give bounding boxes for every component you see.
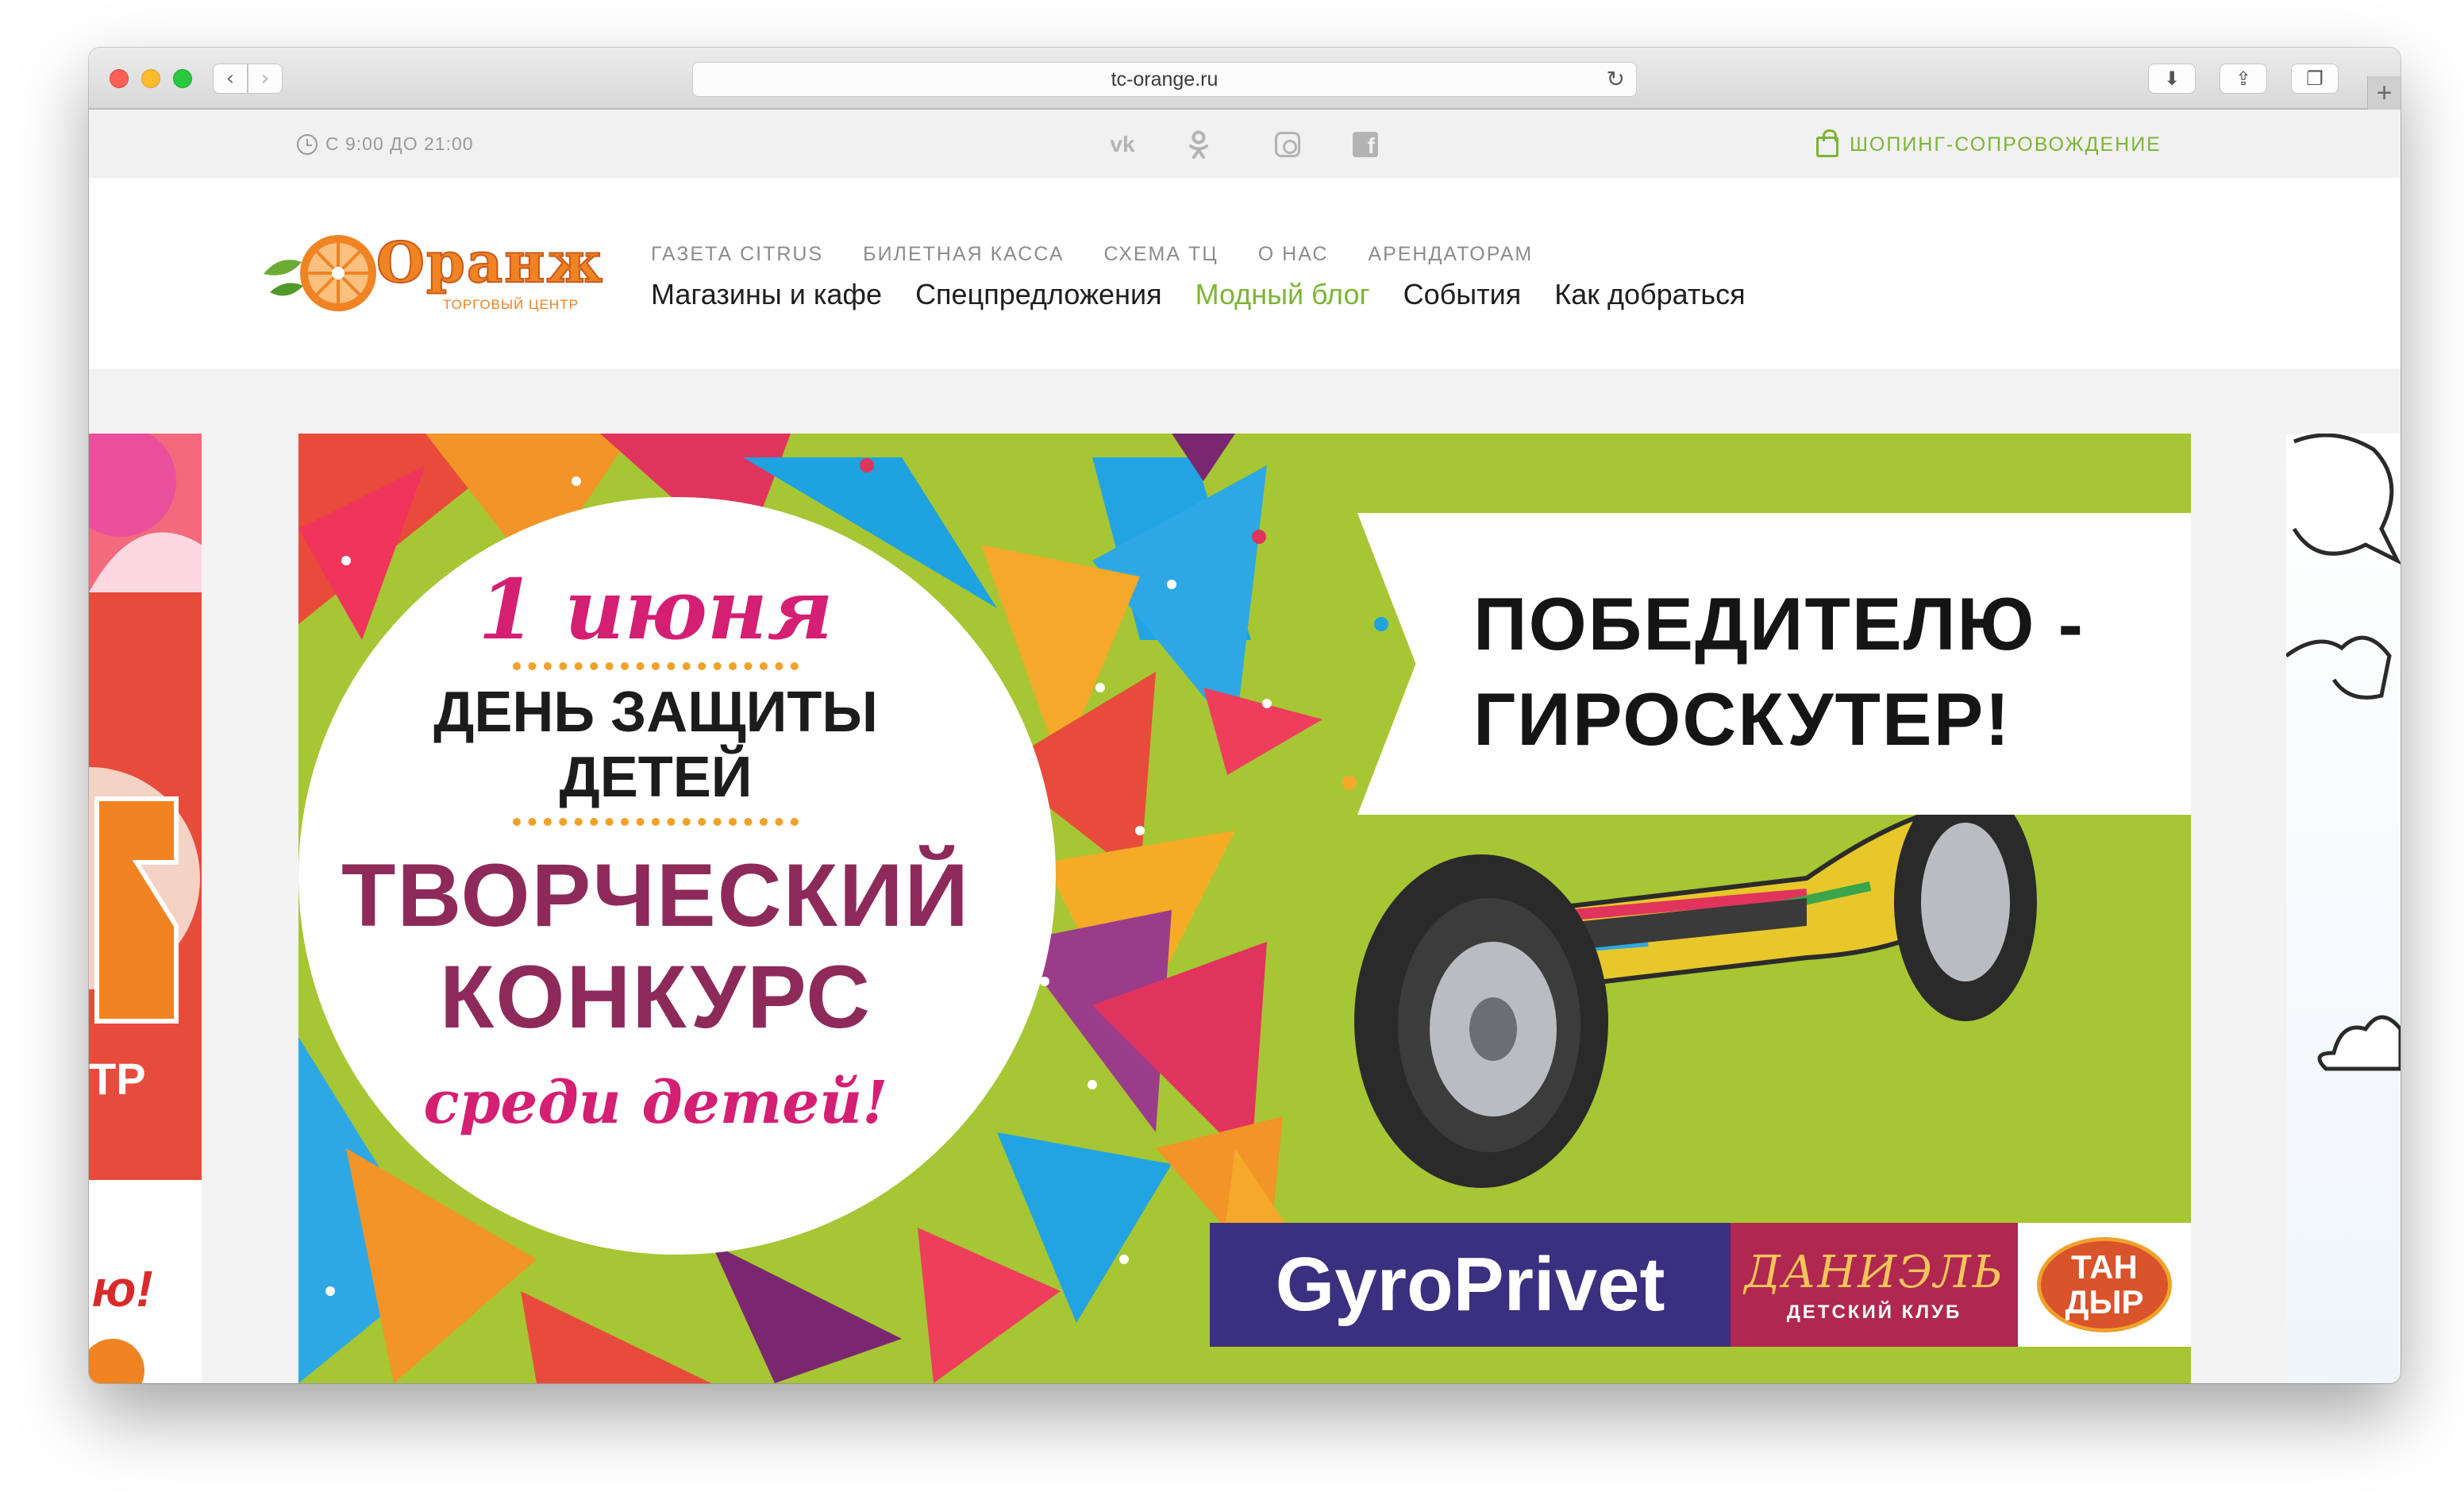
browser-toolbar: ‹ › tc-orange.ru ↻ ⬇ ⇪ ❐ +: [89, 48, 2400, 110]
browser-window: ‹ › tc-orange.ru ↻ ⬇ ⇪ ❐ + С 9:00 ДО 21:…: [89, 48, 2400, 1383]
shopping-bag-icon: [1816, 129, 1838, 157]
opening-hours: С 9:00 ДО 21:00: [297, 133, 474, 155]
new-tab-button[interactable]: +: [2367, 76, 2400, 110]
shopping-assistance-link[interactable]: ШОПИНГ-СОПРОВОЖДЕНИЕ: [1816, 129, 2162, 157]
sponsor-tandyr-logo: ТАН ДЫР: [2018, 1223, 2191, 1347]
opening-hours-text: С 9:00 ДО 21:00: [325, 133, 474, 154]
prize-line-2: ГИРОСКУТЕР!: [1473, 677, 2012, 761]
forward-button[interactable]: ›: [248, 64, 283, 94]
nav-shops-cafes[interactable]: Магазины и кафе: [651, 278, 882, 311]
share-icon: ⇪: [2235, 67, 2252, 90]
event-date: 1 июня: [478, 561, 834, 658]
main-nav: Магазины и кафе Спецпредложения Модный б…: [651, 278, 1746, 311]
contest-title-line-2: КОНКУРС: [440, 947, 872, 1047]
logo-wordmark: Оранж: [375, 229, 605, 295]
contest-title-line-1: ТВОРЧЕСКИЙ: [341, 846, 970, 945]
sponsor-gyroprivet-logo: GyroPrivet: [1210, 1223, 1731, 1347]
vk-icon[interactable]: vk: [1102, 130, 1143, 159]
dotted-divider-top: [513, 662, 799, 670]
tabs-icon: ❐: [2306, 67, 2323, 90]
minimize-window-button[interactable]: [141, 69, 160, 88]
previous-slide-text: ТР: [89, 1054, 146, 1104]
nav-about[interactable]: О НАС: [1258, 243, 1329, 266]
previous-slide-text-2: ю!: [92, 1260, 153, 1317]
close-window-button[interactable]: [110, 69, 129, 88]
tandyr-text-2: ДЫР: [2065, 1283, 2144, 1321]
event-title-line-2: ДЕТЕЙ: [559, 746, 753, 809]
prize-text: ПОБЕДИТЕЛЮ - ГИРОСКУТЕР!: [1473, 576, 2156, 767]
sponsor-daniel-subtitle: ДЕТСКИЙ КЛУБ: [1786, 1301, 1962, 1323]
sponsor-daniel-name: ДАНИЭЛЬ: [1744, 1246, 2004, 1298]
previous-slide-art: [89, 434, 202, 1383]
site-header: Оранж ТОРГОВЫЙ ЦЕНТР ГАЗЕТА CITRUS БИЛЕТ…: [89, 178, 2400, 368]
logo-subtitle: ТОРГОВЫЙ ЦЕНТР: [443, 297, 579, 312]
previous-slide-preview[interactable]: ТР ю!: [89, 434, 202, 1383]
dotted-divider-bottom: [513, 818, 799, 826]
vk-label: vk: [1110, 132, 1135, 156]
facebook-icon[interactable]: f: [1349, 130, 1381, 159]
chevron-right-icon: ›: [260, 67, 270, 91]
nav-fashion-blog[interactable]: Модный блог: [1195, 278, 1370, 311]
ok-glyph: [1189, 130, 1208, 159]
nav-directions[interactable]: Как добраться: [1554, 278, 1745, 311]
plus-icon: +: [2376, 77, 2393, 108]
maximize-window-button[interactable]: [173, 69, 192, 88]
nav-ticket-office[interactable]: БИЛЕТНАЯ КАССА: [863, 243, 1064, 266]
clock-icon: [297, 133, 318, 155]
contest-audience: среди детей!: [423, 1069, 888, 1137]
nav-events[interactable]: События: [1403, 278, 1522, 311]
event-title-line-1: ДЕНЬ ЗАЩИТЫ: [433, 681, 878, 744]
tandyr-text-1: ТАН: [2071, 1248, 2138, 1286]
ok-icon[interactable]: [1183, 130, 1215, 159]
download-icon: ⬇: [2163, 67, 2181, 90]
orange-logo-icon: [264, 235, 376, 311]
nav-newspaper-citrus[interactable]: ГАЗЕТА CITRUS: [651, 243, 823, 266]
site-logo[interactable]: Оранж ТОРГОВЫЙ ЦЕНТР: [256, 230, 603, 318]
downloads-button[interactable]: ⬇: [2148, 64, 2196, 94]
children-day-banner[interactable]: 1 июня ДЕНЬ ЗАЩИТЫ ДЕТЕЙ ТВОРЧЕСКИЙ КОНК…: [298, 434, 2191, 1383]
site-topbar: С 9:00 ДО 21:00 vk f ШОПИНГ-СОПРОВОЖДЕНИ…: [89, 110, 2400, 178]
sponsor-daniel-logo: ДАНИЭЛЬ ДЕТСКИЙ КЛУБ: [1731, 1223, 2018, 1347]
prize-line-1: ПОБЕДИТЕЛЮ -: [1473, 582, 2085, 665]
nav-tenants[interactable]: АРЕНДАТОРАМ: [1368, 243, 1533, 266]
secondary-nav: ГАЗЕТА CITRUS БИЛЕТНАЯ КАССА СХЕМА ТЦ О …: [651, 243, 1533, 266]
instagram-icon[interactable]: [1272, 130, 1303, 159]
nav-mall-map[interactable]: СХЕМА ТЦ: [1104, 243, 1219, 266]
nav-special-offers[interactable]: Спецпредложения: [915, 278, 1162, 311]
shopping-assistance-label: ШОПИНГ-СОПРОВОЖДЕНИЕ: [1850, 133, 2162, 156]
reload-icon[interactable]: ↻: [1607, 66, 1625, 92]
url-text: tc-orange.ru: [1111, 67, 1219, 91]
facebook-glyph: f: [1353, 132, 1378, 157]
chevron-left-icon: ‹: [225, 67, 235, 91]
promo-slider[interactable]: ТР ю! 1 июня ДЕНЬ ЗАЩИТЫ ДЕТЕЙ ТВОРЧЕСКИ…: [89, 368, 2400, 1383]
facebook-label: f: [1367, 133, 1375, 158]
address-bar[interactable]: tc-orange.ru ↻: [692, 62, 1637, 97]
share-button[interactable]: ⇪: [2220, 64, 2267, 94]
show-tabs-button[interactable]: ❐: [2291, 64, 2339, 94]
tandyr-badge: ТАН ДЫР: [2037, 1237, 2172, 1332]
instagram-glyph: [1275, 132, 1300, 157]
back-button[interactable]: ‹: [213, 64, 248, 94]
next-slide-preview[interactable]: [2286, 434, 2400, 1383]
sponsor-gyroprivet-text: GyroPrivet: [1275, 1242, 1665, 1327]
next-slide-art: [2286, 434, 2400, 1071]
